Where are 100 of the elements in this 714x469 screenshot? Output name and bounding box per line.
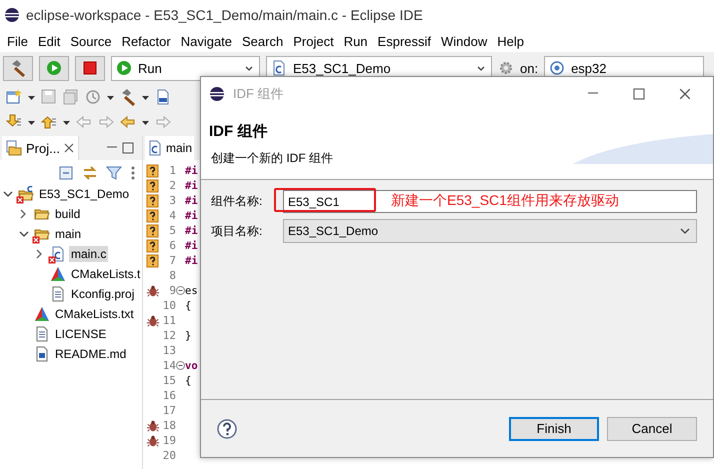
line-number: 1 bbox=[168, 164, 176, 177]
expand-chevron-icon[interactable] bbox=[3, 189, 13, 199]
link-editor-icon[interactable] bbox=[82, 165, 98, 181]
view-menu-icon[interactable] bbox=[130, 165, 136, 181]
tree-item[interactable]: build bbox=[53, 206, 82, 222]
expand-chevron-icon[interactable] bbox=[35, 249, 43, 259]
filter-icon[interactable] bbox=[106, 165, 122, 181]
bug-marker-icon bbox=[146, 418, 160, 432]
hammer-icon[interactable] bbox=[120, 88, 136, 106]
menu-item[interactable]: Help bbox=[492, 34, 530, 48]
expand-chevron-icon[interactable] bbox=[19, 209, 27, 219]
dialog-button[interactable]: Finish bbox=[509, 416, 599, 440]
caret-icon[interactable] bbox=[142, 94, 149, 100]
field-label: 项目名称: bbox=[211, 222, 264, 240]
warning-marker-icon bbox=[146, 208, 159, 222]
menu-item[interactable]: Navigate bbox=[176, 34, 238, 48]
chevron-down-icon bbox=[680, 226, 690, 236]
help-icon[interactable] bbox=[217, 418, 237, 438]
menu-item[interactable]: Window bbox=[436, 34, 492, 48]
project-name-dropdown[interactable]: E53_SC1_Demo bbox=[283, 219, 697, 243]
code-text: #i bbox=[185, 254, 198, 266]
warning-marker-icon bbox=[146, 254, 159, 268]
caret-icon bbox=[477, 64, 485, 72]
line-number: 14 bbox=[162, 359, 176, 372]
line-number: 19 bbox=[162, 434, 176, 447]
warning-marker-icon bbox=[146, 238, 159, 252]
dialog-button[interactable]: Cancel bbox=[607, 416, 697, 440]
launch-mode-dropdown[interactable]: Run bbox=[111, 56, 260, 80]
launch-button[interactable] bbox=[39, 56, 69, 80]
line-number: 8 bbox=[168, 269, 176, 282]
code-text: #i bbox=[185, 240, 198, 252]
caret-icon[interactable] bbox=[107, 94, 114, 100]
tree-item[interactable]: main.c bbox=[69, 246, 108, 262]
warning-marker-icon bbox=[146, 164, 159, 178]
dialog-description: 创建一个新的 IDF 组件 bbox=[210, 150, 334, 167]
maximize-icon[interactable] bbox=[122, 142, 134, 154]
c-file-icon bbox=[50, 246, 66, 262]
bug-marker-icon bbox=[146, 284, 160, 298]
menu-item[interactable]: Project bbox=[288, 34, 339, 48]
code-text: #i bbox=[185, 194, 198, 206]
line-number: 15 bbox=[162, 374, 176, 387]
menu-item[interactable]: Run bbox=[338, 34, 373, 48]
close-icon[interactable] bbox=[679, 88, 691, 100]
tree-item[interactable]: main bbox=[53, 226, 84, 242]
tree-item[interactable]: README.md bbox=[53, 346, 128, 362]
c-file-icon bbox=[147, 140, 163, 156]
previous-annotation-icon[interactable] bbox=[41, 114, 57, 130]
new-window-icon[interactable] bbox=[6, 89, 22, 105]
stop-icon bbox=[82, 60, 98, 76]
warning-marker-icon bbox=[146, 178, 159, 192]
menu-item[interactable]: Edit bbox=[32, 34, 66, 48]
fold-toggle-icon[interactable] bbox=[176, 286, 185, 295]
field-label: 组件名称: bbox=[211, 193, 264, 210]
caret-icon[interactable] bbox=[142, 118, 149, 126]
line-number: 13 bbox=[162, 344, 176, 357]
bug-marker-icon bbox=[146, 434, 160, 448]
line-number: 7 bbox=[168, 254, 176, 267]
collapse-all-icon[interactable] bbox=[58, 165, 74, 181]
menu-item[interactable]: Refactor bbox=[116, 34, 176, 48]
menu-item[interactable]: Espressif bbox=[372, 34, 436, 48]
run-icon bbox=[46, 60, 62, 76]
back-arrow-icon[interactable] bbox=[120, 114, 136, 130]
tree-item[interactable]: E53_SC1_Demo bbox=[37, 186, 132, 202]
code-text: #i bbox=[185, 180, 198, 192]
stop-button[interactable] bbox=[75, 56, 105, 80]
line-number: 9 bbox=[168, 284, 176, 297]
close-icon[interactable] bbox=[64, 143, 74, 153]
build-button[interactable] bbox=[3, 56, 33, 80]
caret-icon[interactable] bbox=[28, 118, 35, 126]
line-number: 11 bbox=[162, 314, 176, 327]
annotation-text: 新建一个E53_SC1组件用来存放驱动 bbox=[391, 192, 619, 210]
code-text: #i bbox=[185, 210, 198, 222]
tree-item[interactable]: Kconfig.proj bbox=[69, 286, 136, 302]
gear-icon[interactable] bbox=[498, 60, 514, 76]
line-number: 4 bbox=[168, 209, 176, 222]
expand-chevron-icon[interactable] bbox=[19, 229, 29, 239]
line-number: 16 bbox=[162, 389, 176, 402]
caret-icon[interactable] bbox=[28, 94, 35, 100]
line-number: 5 bbox=[168, 224, 176, 237]
target-label: on: bbox=[520, 60, 538, 76]
tree-item[interactable]: CMakeLists.t bbox=[69, 266, 142, 282]
tree-item[interactable]: CMakeLists.txt bbox=[53, 306, 136, 322]
code-text: es bbox=[185, 284, 198, 296]
cmake-icon bbox=[50, 266, 66, 282]
tree-item[interactable]: LICENSE bbox=[53, 326, 108, 342]
maximize-icon[interactable] bbox=[633, 88, 645, 100]
menu-item[interactable]: Search bbox=[237, 34, 288, 48]
line-number: 10 bbox=[162, 299, 176, 312]
caret-icon bbox=[245, 64, 253, 72]
project-explorer-tab[interactable]: Proj... bbox=[2, 136, 79, 160]
binary-file-icon[interactable] bbox=[155, 89, 171, 105]
clock-icon[interactable] bbox=[85, 89, 101, 105]
fold-toggle-icon[interactable] bbox=[176, 361, 185, 370]
menu-item[interactable]: Source bbox=[65, 34, 117, 48]
line-number: 20 bbox=[162, 449, 176, 462]
bug-marker-icon bbox=[146, 314, 160, 328]
dialog-title: IDF 组件 bbox=[233, 84, 285, 102]
editor-tab[interactable]: main bbox=[145, 136, 194, 160]
menu-item[interactable]: File bbox=[2, 34, 33, 48]
caret-icon[interactable] bbox=[63, 118, 70, 126]
